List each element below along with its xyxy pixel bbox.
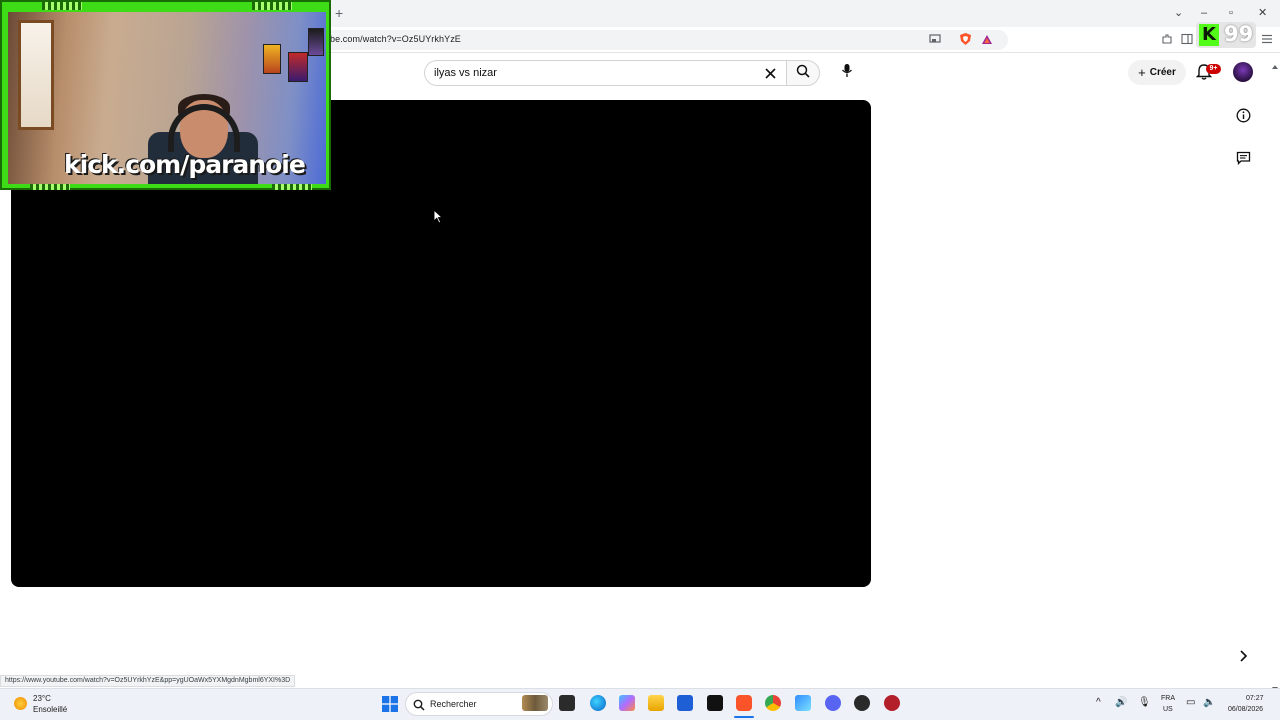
chat-icon[interactable] xyxy=(1235,150,1251,166)
mic-icon xyxy=(841,63,853,83)
wall-poster xyxy=(288,52,308,82)
network-app-icon[interactable] xyxy=(795,695,811,711)
notification-count-badge: 9+ xyxy=(1206,64,1221,74)
maximize-button[interactable]: ▫ xyxy=(1229,6,1233,20)
create-button[interactable]: + Créer xyxy=(1128,60,1186,85)
windows-taskbar xyxy=(0,688,1280,720)
tab-list-dropdown[interactable]: ⌄ xyxy=(1174,6,1183,20)
volume-tray-icon[interactable]: 🔈 xyxy=(1203,698,1215,708)
task-view-icon[interactable] xyxy=(559,695,575,711)
streaming-app-icon[interactable] xyxy=(884,695,900,711)
search-button[interactable] xyxy=(786,60,820,86)
network-tray-icon[interactable]: ▭ xyxy=(1186,698,1195,708)
file-explorer-icon[interactable] xyxy=(648,695,664,711)
clock-time[interactable]: 07:27 xyxy=(1246,694,1264,703)
extensions-icon[interactable] xyxy=(1160,32,1174,46)
clear-icon[interactable] xyxy=(762,65,778,81)
cast-icon[interactable] xyxy=(928,32,942,46)
sun-weather-icon[interactable] xyxy=(14,697,27,710)
speaker-tray-icon[interactable]: 🔊 xyxy=(1115,698,1127,708)
info-icon[interactable] xyxy=(1235,107,1251,123)
brave-rewards-icon[interactable] xyxy=(980,32,994,46)
discord-icon[interactable] xyxy=(825,695,841,711)
browser-menu-icon[interactable] xyxy=(1260,32,1274,46)
room-window xyxy=(18,20,54,130)
streamer-webcam-overlay: kick.com/paranoie xyxy=(0,0,331,190)
search-input[interactable] xyxy=(434,64,734,82)
kick-logo: K xyxy=(1199,24,1219,46)
wall-poster xyxy=(263,44,281,74)
chrome-browser-icon[interactable] xyxy=(765,695,781,711)
weather-description[interactable]: Ensoleillé xyxy=(33,705,67,714)
webcam-caption: kick.com/paranoie xyxy=(64,150,306,179)
minimize-button[interactable]: – xyxy=(1201,6,1207,20)
avatar[interactable] xyxy=(1233,62,1253,82)
language-indicator[interactable]: FRA xyxy=(1161,694,1175,703)
close-window-button[interactable]: ✕ xyxy=(1258,6,1267,20)
new-tab-button[interactable]: + xyxy=(335,5,347,21)
address-bar-url[interactable]: be.com/watch?v=Oz5UYrkhYzE xyxy=(330,34,461,44)
taskbar-search-label: Rechercher xyxy=(430,699,477,709)
create-button-label: Créer xyxy=(1149,67,1176,78)
region-indicator[interactable]: US xyxy=(1163,705,1173,714)
voice-search-button[interactable] xyxy=(834,60,860,86)
terminal-app-icon[interactable] xyxy=(707,695,723,711)
scrollbar-up-arrow-icon[interactable] xyxy=(1271,57,1279,69)
kick-viewer-count: 99 xyxy=(1224,22,1254,46)
sidebar-toggle-icon[interactable] xyxy=(1180,32,1194,46)
brave-browser-icon[interactable] xyxy=(736,695,752,711)
scrollbar-down-arrow-icon[interactable] xyxy=(1271,679,1279,691)
microsoft-store-icon[interactable] xyxy=(677,695,693,711)
chevron-right-icon[interactable] xyxy=(1235,648,1251,664)
brave-shield-icon[interactable] xyxy=(958,32,972,46)
status-bar-link-url: https://www.youtube.com/watch?v=Oz5UYrkh… xyxy=(0,675,296,687)
weather-temperature[interactable]: 23°C xyxy=(33,694,51,703)
search-highlight-image xyxy=(522,695,548,711)
active-app-indicator xyxy=(734,716,754,718)
obs-studio-icon[interactable] xyxy=(854,695,870,711)
copilot-icon[interactable] xyxy=(619,695,635,711)
windows-start-icon[interactable] xyxy=(382,696,398,712)
search-icon xyxy=(796,64,810,83)
mouse-cursor-icon xyxy=(433,208,444,224)
plus-icon: + xyxy=(1138,65,1146,80)
wall-poster xyxy=(308,28,324,56)
overlay-frame-decoration xyxy=(252,2,292,10)
taskbar-search-icon xyxy=(413,698,425,711)
clock-date[interactable]: 06/08/2026 xyxy=(1228,705,1263,714)
show-hidden-icons-chevron[interactable]: ^ xyxy=(1096,698,1101,708)
edge-browser-icon[interactable] xyxy=(590,695,606,711)
overlay-frame-decoration xyxy=(42,2,82,10)
microphone-tray-icon[interactable]: 🎙 xyxy=(1138,698,1151,708)
